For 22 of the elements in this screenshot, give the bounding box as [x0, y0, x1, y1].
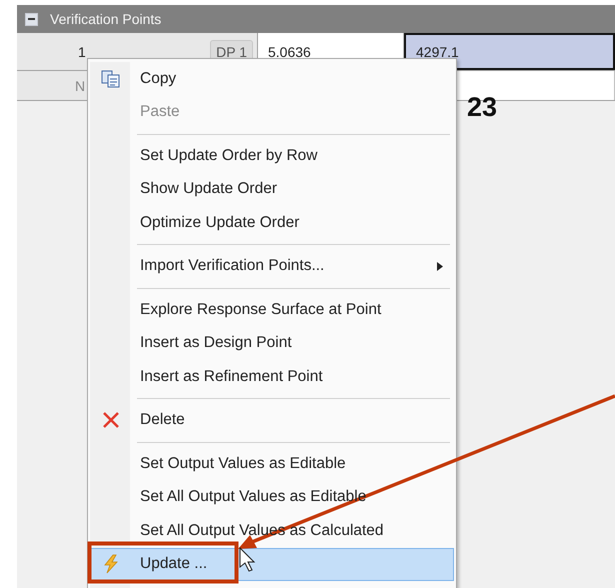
- menu-item[interactable]: Set Output Values as Editable: [90, 447, 454, 480]
- menu-item[interactable]: Insert as Design Point: [90, 326, 454, 360]
- menu-item[interactable]: Update ...: [90, 548, 454, 581]
- table-cell[interactable]: 4297.1: [404, 33, 615, 70]
- copy-icon: [101, 70, 121, 88]
- lightning-icon: [103, 554, 119, 574]
- menu-item[interactable]: Set Update Order by Row: [90, 139, 454, 172]
- panel-title: Verification Points: [50, 11, 162, 27]
- menu-item[interactable]: Show Update Order: [90, 172, 454, 206]
- collapse-icon[interactable]: [25, 12, 38, 26]
- submenu-arrow-icon: [437, 262, 443, 271]
- delete-icon: [102, 411, 120, 430]
- menu-item[interactable]: Explore Response Surface at Point: [90, 293, 454, 326]
- mouse-cursor-icon: [240, 546, 256, 572]
- menu-item[interactable]: Optimize Update Order: [90, 206, 454, 240]
- menu-item[interactable]: Import Verification Points...: [90, 250, 454, 283]
- row-number: N: [75, 78, 86, 94]
- menu-item[interactable]: Insert as Refinement Point: [90, 360, 454, 394]
- row-number: 1: [78, 44, 86, 60]
- menu-item[interactable]: Set All Output Values as Editable: [90, 480, 454, 514]
- annotation-label: 23: [467, 92, 498, 123]
- menu-item[interactable]: Delete: [90, 404, 454, 437]
